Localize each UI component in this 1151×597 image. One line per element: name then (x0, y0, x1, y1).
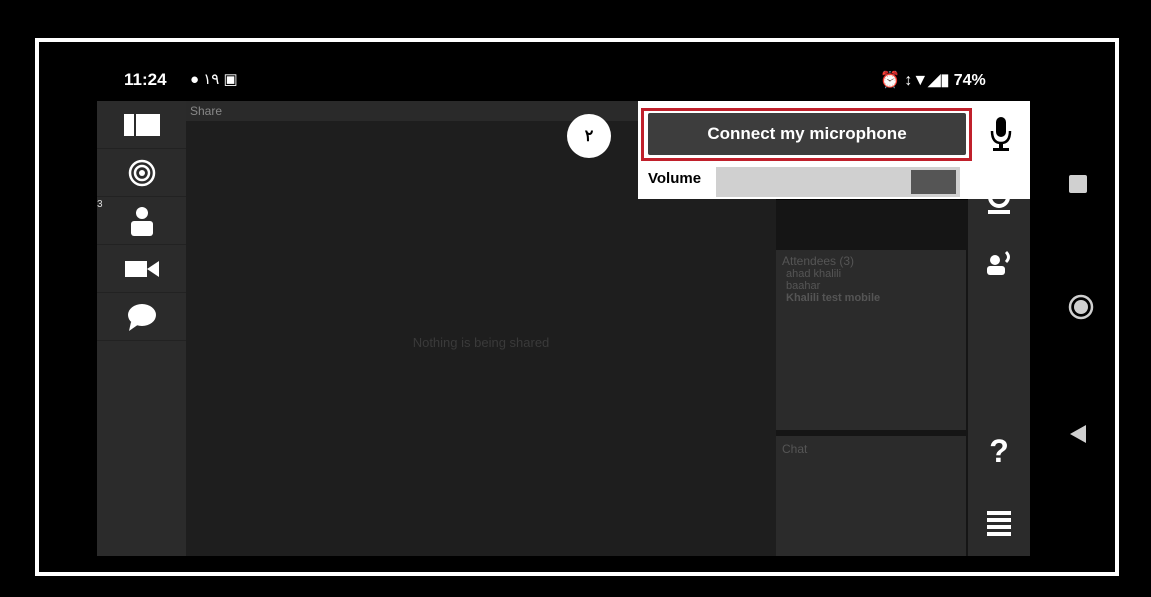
android-home-button[interactable] (1068, 294, 1094, 325)
status-system-icons: ⏰ ↕▼◢▮ 74% (880, 72, 986, 89)
left-toolbar: 3 (97, 101, 186, 556)
help-button[interactable]: ? (968, 426, 1030, 476)
circle-icon (1068, 294, 1094, 320)
step-number-badge: ۲ (567, 114, 611, 158)
layout-button[interactable] (97, 101, 186, 149)
attendees-button[interactable]: 3 (97, 197, 186, 245)
help-icon: ? (989, 432, 1009, 469)
chat-panel: Chat (776, 436, 966, 556)
attendees-title: Attendees (3) (782, 254, 855, 268)
speaker-person-icon (987, 250, 1010, 275)
microphone-tab[interactable] (972, 101, 1030, 167)
attendee-row[interactable]: baahar (776, 280, 966, 292)
microphone-icon (990, 117, 1012, 151)
broadcast-button[interactable] (97, 149, 186, 197)
video-button[interactable] (97, 245, 186, 293)
status-notification-icons: ● ۱۹ ▣ (190, 71, 238, 88)
status-time: 11:24 (124, 70, 167, 89)
person-icon (130, 206, 153, 236)
android-back-button[interactable] (1068, 424, 1088, 449)
video-camera-icon (124, 260, 159, 277)
attendees-panel: Attendees (3) ahad khalili baahar Khalil… (776, 250, 966, 430)
chat-button[interactable] (97, 293, 186, 341)
back-triangle-icon (1070, 425, 1086, 443)
attendee-count-badge: 3 (97, 199, 103, 210)
volume-slider-thumb[interactable] (911, 170, 956, 194)
menu-icon (987, 511, 1011, 536)
layout-icon (123, 113, 160, 136)
volume-slider[interactable] (716, 167, 960, 197)
menu-button[interactable] (968, 499, 1030, 549)
volume-label: Volume (648, 170, 702, 187)
connect-microphone-button[interactable]: Connect my microphone (648, 113, 966, 155)
android-recents-button[interactable] (1068, 174, 1088, 199)
chat-title: Chat (782, 442, 808, 456)
speaker-button[interactable] (968, 238, 1030, 288)
square-icon (1069, 175, 1087, 193)
attendee-row[interactable]: Khalili test mobile (776, 292, 966, 304)
chat-bubble-icon (127, 303, 156, 331)
target-icon (128, 159, 155, 186)
share-empty-message: Nothing is being shared (412, 335, 550, 350)
attendee-row[interactable]: ahad khalili (776, 268, 966, 280)
